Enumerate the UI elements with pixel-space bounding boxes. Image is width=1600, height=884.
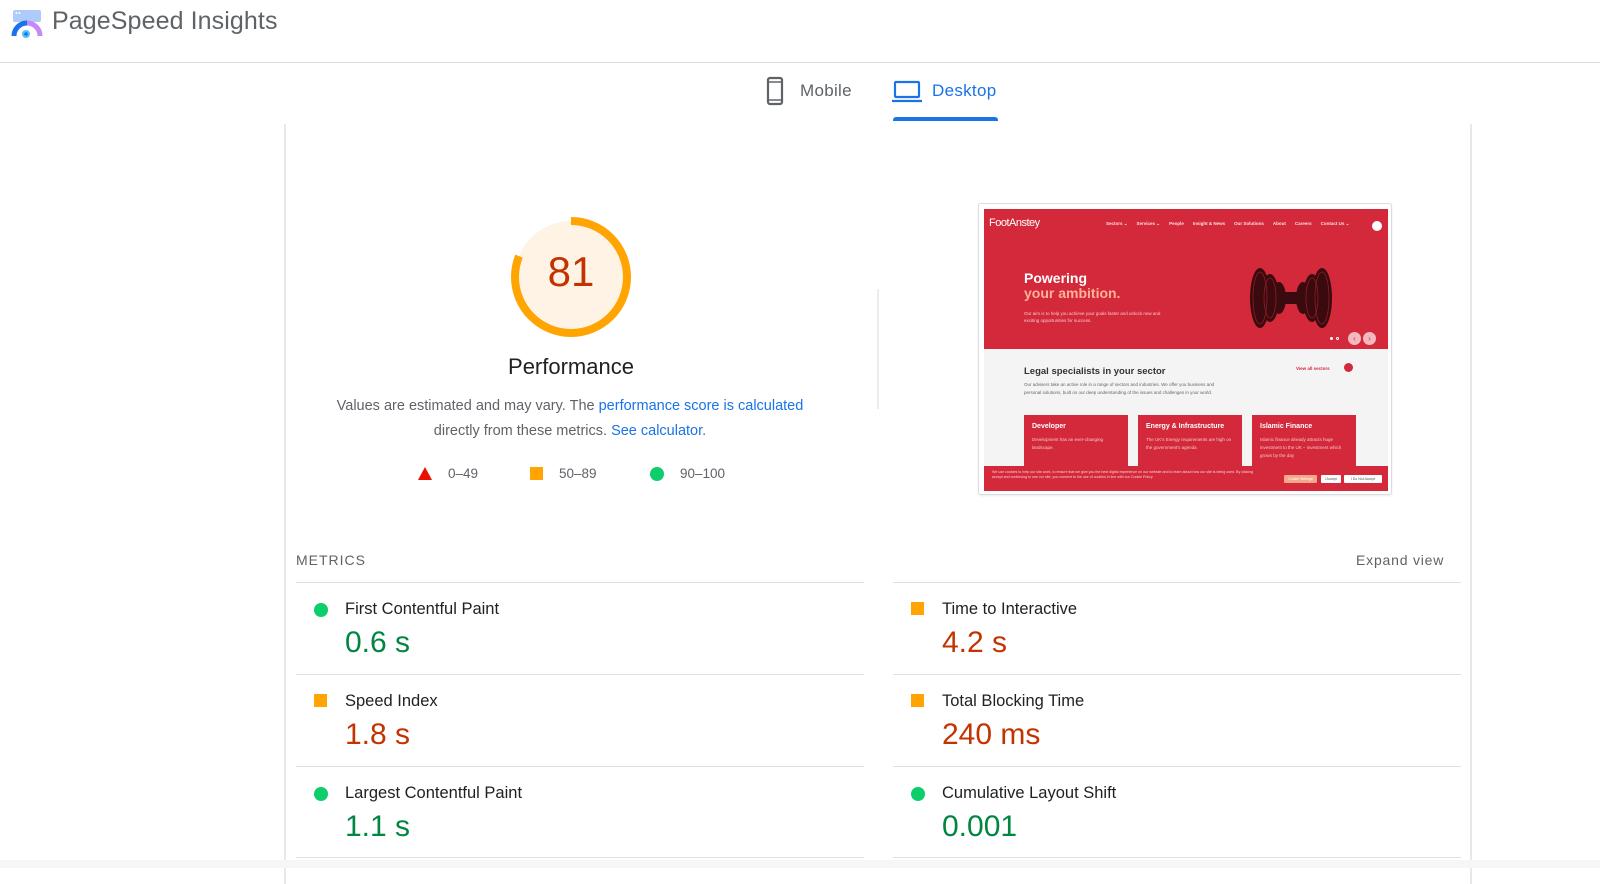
section-divider (877, 289, 879, 409)
screenshot-page: FootAnstey Sectors ⌄ Services ⌄ People I… (984, 209, 1388, 491)
metric-value: 0.001 (942, 810, 1018, 843)
sector-card-text: Islamic finance already attracts huge in… (1260, 437, 1342, 458)
pagespeed-logo-icon[interactable] (11, 8, 43, 40)
app-header: PageSpeed Insights (0, 0, 1600, 63)
sector-card-text: Development has an ever-changing landsca… (1032, 437, 1104, 450)
performance-title: Performance (508, 354, 634, 379)
chevron-right-icon: › (1363, 332, 1376, 345)
tab-desktop-label: Desktop (932, 81, 997, 100)
cookie-text: We use cookies to help our site work, to… (992, 470, 1254, 479)
cookie-decline-button: I Do Not Accept (1344, 475, 1382, 483)
page-bottom-edge (0, 860, 1600, 868)
tab-selected-indicator (893, 117, 998, 121)
pass-circle-icon (911, 787, 925, 801)
metric-time-to-interactive: Time to Interactive 4.2 s (893, 582, 1461, 674)
screenshot-site-logo: FootAnstey (989, 217, 1040, 229)
desc-text-2: directly from these metrics. (433, 423, 612, 439)
cookie-accept-button: I Accept (1321, 475, 1341, 483)
screenshot-search-icon (1372, 221, 1382, 231)
square-icon (530, 467, 543, 480)
circle-icon (650, 466, 664, 481)
legend-fail-range: 0–49 (448, 466, 479, 481)
metric-largest-contentful-paint: Largest Contentful Paint 1.1 s (296, 766, 864, 858)
screenshot-hero-text: Our aim is to help you achieve your goal… (1024, 311, 1161, 323)
legend-pass: 90–100 (650, 466, 725, 481)
app-title[interactable]: PageSpeed Insights (52, 7, 278, 36)
desc-text-1: Values are estimated and may vary. The (336, 398, 599, 414)
page-screenshot-thumbnail[interactable]: FootAnstey Sectors ⌄ Services ⌄ People I… (978, 203, 1392, 495)
metric-label: Cumulative Layout Shift (942, 784, 1117, 802)
device-tabs: Mobile Desktop (0, 64, 1600, 124)
legend-fail: 0–49 (418, 466, 478, 481)
see-calculator-link[interactable]: See calculator. (611, 423, 706, 439)
sector-card-text: The UK's Energy requirements are high on… (1146, 437, 1232, 450)
sector-card-title: Energy & Infrastructure (1146, 423, 1225, 430)
screenshot-nav-item: Careers (1294, 221, 1312, 226)
average-square-icon (911, 694, 924, 707)
metric-label: First Contentful Paint (345, 600, 500, 618)
screenshot-nav-item: People (1169, 221, 1184, 226)
screenshot-cookie-banner: We use cookies to help our site work, to… (984, 466, 1388, 491)
screenshot-section-text: Our advisers take an active role in a ra… (1024, 382, 1215, 395)
metric-value: 4.2 s (942, 626, 1008, 659)
tab-mobile[interactable]: Mobile (760, 76, 852, 122)
screenshot-nav-item: About (1272, 221, 1286, 226)
average-square-icon (314, 694, 327, 707)
hero-line-1: Powering (1024, 270, 1088, 286)
metric-label: Time to Interactive (942, 600, 1078, 618)
legend-average-range: 50–89 (559, 466, 597, 481)
hero-line-2: your ambition. (1024, 285, 1121, 301)
screenshot-carousel-dots (1330, 337, 1339, 340)
sector-card-title: Islamic Finance (1260, 423, 1313, 430)
screenshot-hero-heading: Powering your ambition. (1024, 271, 1120, 301)
smartphone-icon (766, 76, 784, 106)
metric-value: 1.1 s (345, 810, 411, 843)
cookie-settings-button: Cookie Settings (1284, 475, 1317, 483)
hero-artwork-icon (1250, 268, 1332, 328)
metric-label: Total Blocking Time (942, 692, 1085, 710)
metric-cumulative-layout-shift: Cumulative Layout Shift 0.001 (893, 766, 1461, 858)
metric-first-contentful-paint: First Contentful Paint 0.6 s (296, 582, 864, 674)
metric-value: 0.6 s (345, 626, 411, 659)
screenshot-nav-item: Our Solutions (1234, 221, 1264, 226)
metric-label: Speed Index (345, 692, 438, 710)
metric-value: 240 ms (942, 718, 1041, 751)
screenshot-section-title: Legal specialists in your sector (1024, 366, 1166, 377)
chevron-left-icon: ‹ (1348, 332, 1361, 345)
sector-card-title: Developer (1032, 423, 1066, 430)
average-square-icon (911, 602, 924, 615)
screenshot-nav-item: Contact Us ⌄ (1320, 221, 1350, 226)
metric-speed-index: Speed Index 1.8 s (296, 674, 864, 766)
metrics-heading: METRICS (296, 552, 366, 568)
metric-value: 1.8 s (345, 718, 411, 751)
screenshot-nav-item: Services ⌄ (1136, 221, 1161, 226)
performance-score-link[interactable]: performance score is calculated (599, 398, 804, 414)
performance-description: Values are estimated and may vary. The p… (320, 394, 820, 444)
arrow-right-icon (1344, 363, 1353, 372)
tab-mobile-label: Mobile (800, 81, 852, 100)
performance-score: 81 (547, 248, 595, 295)
pass-circle-icon (314, 787, 328, 801)
screenshot-nav: Sectors ⌄ Services ⌄ People Insight & Ne… (1106, 221, 1349, 227)
screenshot-nav-item: Sectors ⌄ (1106, 221, 1128, 226)
metric-total-blocking-time: Total Blocking Time 240 ms (893, 674, 1461, 766)
tab-desktop[interactable]: Desktop (892, 76, 996, 122)
legend-pass-range: 90–100 (680, 466, 726, 481)
triangle-icon (418, 467, 432, 480)
legend-average: 50–89 (530, 466, 597, 481)
expand-view-button[interactable]: Expand view (1356, 552, 1444, 568)
laptop-icon (892, 80, 922, 103)
screenshot-nav-item: Insight & News (1192, 221, 1226, 226)
screenshot-section-link: View all sectors (1296, 366, 1330, 371)
metric-label: Largest Contentful Paint (345, 784, 523, 802)
screenshot-hero: FootAnstey Sectors ⌄ Services ⌄ People I… (984, 209, 1388, 349)
pass-circle-icon (314, 603, 328, 617)
